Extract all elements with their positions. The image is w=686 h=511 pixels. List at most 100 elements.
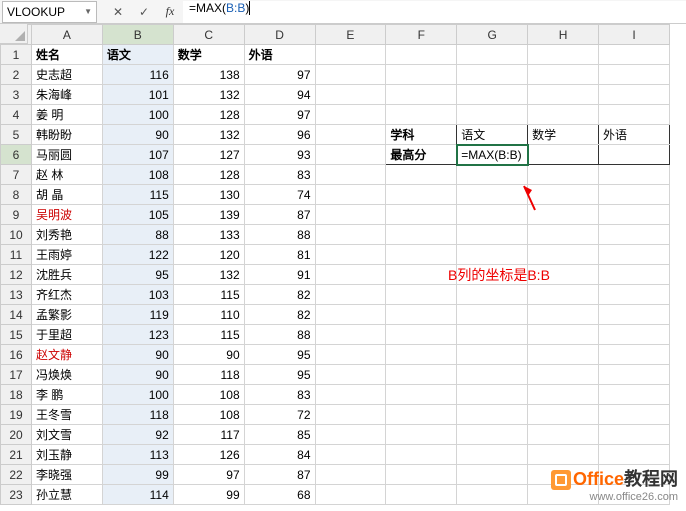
fx-icon[interactable]: fx [157,2,183,22]
cell-empty[interactable] [315,225,386,245]
cell-C12[interactable]: 132 [173,265,244,285]
cell-B11[interactable]: 122 [102,245,173,265]
cell-A8[interactable]: 胡 晶 [32,185,103,205]
cell-empty[interactable] [457,105,528,125]
cell-empty[interactable] [386,105,457,125]
cell-C17[interactable]: 118 [173,365,244,385]
cell-C7[interactable]: 128 [173,165,244,185]
cell-H5[interactable]: 数学 [528,125,599,145]
cell-A6[interactable]: 马丽圆 [32,145,103,165]
cell-D22[interactable]: 87 [244,465,315,485]
cell-empty[interactable] [599,165,670,185]
cell-B1[interactable]: 语文 [102,45,173,65]
cell-D21[interactable]: 84 [244,445,315,465]
cell-A13[interactable]: 齐红杰 [32,285,103,305]
cell-empty[interactable] [528,105,599,125]
cell-A9[interactable]: 吴明波 [32,205,103,225]
row-header-21[interactable]: 21 [1,445,32,465]
cell-empty[interactable] [528,245,599,265]
row-header-10[interactable]: 10 [1,225,32,245]
cell-D11[interactable]: 81 [244,245,315,265]
cell-A15[interactable]: 于里超 [32,325,103,345]
cell-empty[interactable] [528,345,599,365]
cell-empty[interactable] [315,205,386,225]
cell-C23[interactable]: 99 [173,485,244,505]
cell-B17[interactable]: 90 [102,365,173,385]
cell-empty[interactable] [386,285,457,305]
cell-empty[interactable] [386,405,457,425]
col-header-H[interactable]: H [528,25,599,45]
cell-empty[interactable] [315,345,386,365]
cell-I6[interactable] [599,145,670,165]
cell-empty[interactable] [457,225,528,245]
cell-D12[interactable]: 91 [244,265,315,285]
cell-C11[interactable]: 120 [173,245,244,265]
cell-empty[interactable] [528,365,599,385]
cell-empty[interactable] [528,265,599,285]
cell-B19[interactable]: 118 [102,405,173,425]
cell-empty[interactable] [315,305,386,325]
name-box-dropdown-icon[interactable]: ▼ [84,7,92,16]
cell-empty[interactable] [599,365,670,385]
cell-A20[interactable]: 刘文雪 [32,425,103,445]
cell-empty[interactable] [315,185,386,205]
cell-C9[interactable]: 139 [173,205,244,225]
cell-A22[interactable]: 李晓强 [32,465,103,485]
col-header-A[interactable]: A [32,25,103,45]
cell-empty[interactable] [315,425,386,445]
cell-B13[interactable]: 103 [102,285,173,305]
cell-A7[interactable]: 赵 林 [32,165,103,185]
cell-D14[interactable]: 82 [244,305,315,325]
cell-empty[interactable] [315,385,386,405]
cell-empty[interactable] [457,325,528,345]
col-header-D[interactable]: D [244,25,315,45]
cell-D23[interactable]: 68 [244,485,315,505]
row-header-19[interactable]: 19 [1,405,32,425]
cell-D16[interactable]: 95 [244,345,315,365]
row-header-18[interactable]: 18 [1,385,32,405]
cell-empty[interactable] [599,205,670,225]
cell-empty[interactable] [386,425,457,445]
cell-C2[interactable]: 138 [173,65,244,85]
cell-empty[interactable] [315,105,386,125]
cell-empty[interactable] [528,205,599,225]
row-header-20[interactable]: 20 [1,425,32,445]
cell-B9[interactable]: 105 [102,205,173,225]
cell-empty[interactable] [457,365,528,385]
cell-C5[interactable]: 132 [173,125,244,145]
cell-D17[interactable]: 95 [244,365,315,385]
cell-B22[interactable]: 99 [102,465,173,485]
cell-D19[interactable]: 72 [244,405,315,425]
cell-B3[interactable]: 101 [102,85,173,105]
cancel-icon[interactable]: ✕ [105,2,131,22]
row-header-13[interactable]: 13 [1,285,32,305]
cell-C22[interactable]: 97 [173,465,244,485]
row-header-15[interactable]: 15 [1,325,32,345]
cell-A14[interactable]: 孟繁影 [32,305,103,325]
cell-D8[interactable]: 74 [244,185,315,205]
cell-empty[interactable] [528,425,599,445]
cell-D3[interactable]: 94 [244,85,315,105]
cell-empty[interactable] [457,45,528,65]
cell-empty[interactable] [386,345,457,365]
cell-D1[interactable]: 外语 [244,45,315,65]
cell-empty[interactable] [528,225,599,245]
cell-C3[interactable]: 132 [173,85,244,105]
cell-empty[interactable] [386,245,457,265]
cell-empty[interactable] [386,85,457,105]
cell-B18[interactable]: 100 [102,385,173,405]
cell-empty[interactable] [599,425,670,445]
cell-empty[interactable] [599,85,670,105]
cell-B4[interactable]: 100 [102,105,173,125]
cell-empty[interactable] [457,445,528,465]
name-box[interactable]: VLOOKUP ▼ [2,1,97,23]
cell-empty[interactable] [599,445,670,465]
cell-D4[interactable]: 97 [244,105,315,125]
cell-empty[interactable] [457,305,528,325]
cell-B12[interactable]: 95 [102,265,173,285]
cell-empty[interactable] [457,165,528,185]
cell-empty[interactable] [457,265,528,285]
cell-D20[interactable]: 85 [244,425,315,445]
cell-empty[interactable] [315,465,386,485]
cell-C6[interactable]: 127 [173,145,244,165]
